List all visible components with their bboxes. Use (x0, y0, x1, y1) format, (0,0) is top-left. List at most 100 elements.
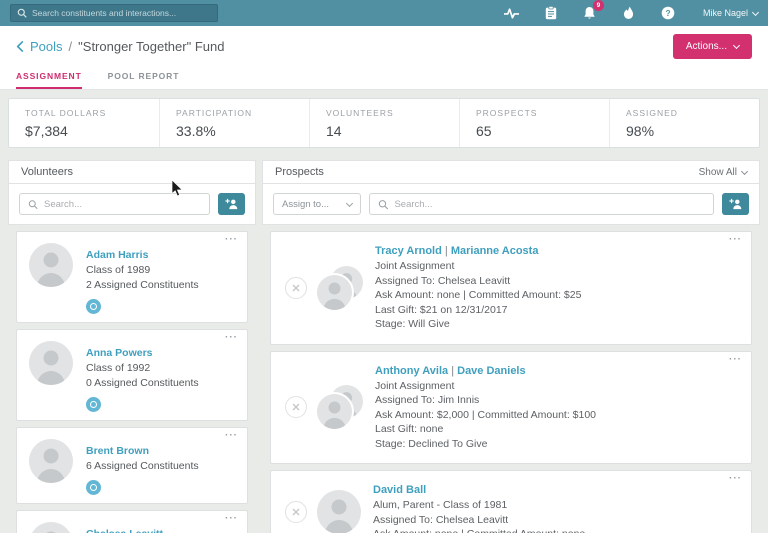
stat-label: PROSPECTS (476, 108, 538, 118)
prospect-name: Tracy Arnold | Marianne Acosta (375, 244, 581, 259)
stat-value: 14 (326, 123, 342, 139)
name-separator: | (448, 364, 458, 377)
prospect-name-link[interactable]: Tracy Arnold (375, 245, 442, 257)
stat-value: 33.8% (176, 123, 216, 139)
volunteer-name-link[interactable]: Adam Harris (86, 248, 148, 262)
svg-text:?: ? (665, 8, 670, 18)
volunteer-class: Class of 1992 (86, 362, 151, 374)
assign-to-label: Assign to... (282, 198, 329, 210)
prospect-assignment-type: Joint Assignment (375, 260, 455, 272)
avatar (29, 243, 73, 287)
volunteer-assigned-count: 6 Assigned Constituents (86, 460, 199, 472)
breadcrumb-separator: / (68, 38, 73, 54)
help-icon[interactable]: ? (660, 5, 676, 21)
user-menu[interactable]: Mike Nagel (703, 8, 760, 18)
chevron-down-icon (740, 167, 749, 175)
prospects-title: Prospects (275, 166, 324, 178)
stat-value: 65 (476, 123, 492, 139)
platform-badge-icon (86, 480, 101, 495)
volunteer-badges (86, 299, 199, 314)
tab-pool-report[interactable]: POOL REPORT (108, 66, 180, 89)
volunteer-badges (86, 397, 199, 412)
chevron-left-icon[interactable] (16, 40, 24, 52)
remove-prospect-icon[interactable] (285, 501, 307, 524)
breadcrumb: Pools / "Stronger Together" Fund (16, 39, 224, 54)
global-search-input[interactable] (32, 8, 211, 18)
search-icon (28, 199, 38, 209)
show-all-dropdown[interactable]: Show All (698, 166, 749, 178)
platform-badge-icon (86, 299, 101, 314)
volunteers-search[interactable] (19, 193, 210, 215)
prospects-search[interactable] (369, 193, 714, 215)
more-menu-icon[interactable]: ··· (729, 354, 742, 365)
prospect-name: David Ball (373, 483, 585, 498)
volunteer-assigned-count: 0 Assigned Constituents (86, 377, 199, 389)
remove-prospect-icon[interactable] (285, 396, 307, 419)
more-menu-icon[interactable]: ··· (225, 514, 238, 524)
add-person-icon (224, 198, 237, 210)
search-icon (378, 199, 389, 209)
add-volunteer-button[interactable] (218, 193, 245, 215)
prospect-amounts: Ask Amount: $2,000 | Committed Amount: $… (375, 408, 597, 421)
stat-volunteers: VOLUNTEERS 14 (309, 99, 459, 147)
joint-avatar (317, 265, 363, 310)
prospects-search-input[interactable] (394, 198, 705, 210)
volunteer-card: ··· Brent Brown 6 Assigned Constituents (16, 427, 248, 504)
joint-avatar (317, 385, 363, 430)
volunteers-search-input[interactable] (43, 198, 201, 210)
volunteers-toolbar (8, 184, 256, 225)
volunteers-panel-header: Volunteers (8, 160, 256, 184)
show-all-label: Show All (698, 166, 737, 178)
prospect-name-link[interactable]: Marianne Acosta (451, 245, 539, 257)
prospect-name-link[interactable]: Anthony Avila (375, 365, 448, 377)
notifications-bell-icon[interactable]: 9 (582, 0, 604, 21)
prospect-stage: Stage: Will Give (375, 318, 450, 330)
volunteer-card: ··· Chelsea Leavitt 16 Assigned Constitu… (16, 510, 248, 533)
chevron-down-icon (345, 199, 354, 207)
volunteer-name-link[interactable]: Anna Powers (86, 346, 153, 360)
prospect-card: ··· David Ball Alum, Parent - Class of 1… (270, 470, 752, 533)
more-menu-icon[interactable]: ··· (729, 474, 742, 484)
search-icon (17, 8, 27, 18)
tab-assignment[interactable]: ASSIGNMENT (16, 66, 82, 89)
stat-assigned: ASSIGNED 98% (609, 99, 759, 147)
notification-count-badge: 9 (592, 0, 604, 11)
prospects-panel-header: Prospects Show All (262, 160, 760, 184)
volunteer-name-link[interactable]: Chelsea Leavitt (86, 527, 163, 533)
tab-bar: ASSIGNMENT POOL REPORT (0, 66, 768, 90)
actions-button[interactable]: Actions... (672, 33, 752, 59)
pool-stats-card: TOTAL DOLLARS $7,384 PARTICIPATION 33.8%… (8, 98, 760, 148)
avatar (29, 522, 73, 533)
prospect-name: Anthony Avila | Dave Daniels (375, 364, 596, 379)
page-header: Pools / "Stronger Together" Fund Actions… (0, 26, 768, 66)
remove-prospect-icon[interactable] (285, 276, 307, 299)
prospect-name-link[interactable]: Dave Daniels (457, 365, 525, 377)
prospect-constituency: Alum, Parent - Class of 1981 (373, 499, 508, 511)
avatar (29, 439, 73, 483)
prospect-card: ··· Tracy Arnold | Marianne Acosta Joint… (270, 231, 752, 345)
trends-icon[interactable] (504, 5, 520, 21)
prospect-name-link[interactable]: David Ball (373, 484, 426, 496)
more-menu-icon[interactable]: ··· (225, 235, 238, 245)
breadcrumb-pools-link[interactable]: Pools (30, 39, 63, 54)
stat-label: TOTAL DOLLARS (25, 108, 107, 118)
volunteer-card: ··· Adam Harris Class of 1989 2 Assigned… (16, 231, 248, 323)
more-menu-icon[interactable]: ··· (225, 333, 238, 343)
avatar (317, 394, 352, 430)
prospect-last-gift: Last Gift: none (375, 423, 444, 435)
add-prospect-button[interactable] (722, 193, 749, 215)
volunteer-badges (86, 480, 199, 495)
chevron-down-icon (732, 41, 741, 49)
volunteer-card: ··· Anna Powers Class of 1992 0 Assigned… (16, 329, 248, 421)
assign-to-dropdown[interactable]: Assign to... (273, 193, 361, 215)
flame-icon[interactable] (621, 5, 637, 21)
global-search[interactable] (10, 4, 218, 22)
more-menu-icon[interactable]: ··· (225, 431, 238, 441)
clipboard-icon[interactable] (543, 5, 559, 21)
add-person-icon (728, 198, 741, 210)
volunteer-assigned-count: 2 Assigned Constituents (86, 279, 199, 291)
stat-value: $7,384 (25, 123, 68, 139)
more-menu-icon[interactable]: ··· (729, 235, 742, 245)
stat-label: ASSIGNED (626, 108, 678, 118)
volunteer-name-link[interactable]: Brent Brown (86, 444, 149, 458)
